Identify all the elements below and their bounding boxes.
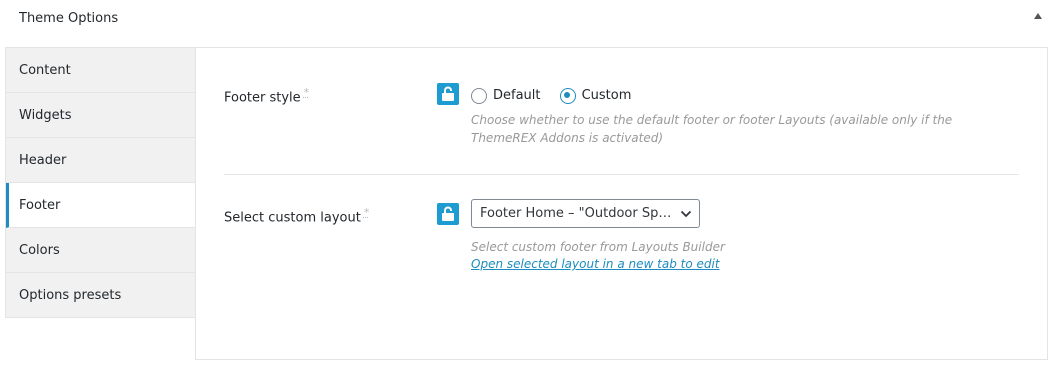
custom-layout-select[interactable]: Footer Home – "Outdoor Spo... (471, 199, 700, 228)
tab-header[interactable]: Header (6, 138, 196, 183)
custom-layout-label: Select custom layout * (224, 206, 369, 225)
tab-colors[interactable]: Colors (6, 228, 196, 273)
radio-default-label[interactable]: Default (493, 88, 541, 103)
footer-style-label: Footer style * (224, 86, 309, 105)
lock-toggle-button[interactable] (437, 203, 459, 225)
unlock-icon (442, 206, 454, 221)
footer-style-radio-group: Default Custom (471, 85, 645, 104)
footer-style-description: Choose whether to use the default footer… (471, 113, 953, 145)
radio-custom-label[interactable]: Custom (582, 88, 632, 103)
panel-header[interactable]: Theme Options (0, 0, 1056, 40)
radio-default[interactable] (471, 87, 487, 104)
divider (224, 174, 1019, 175)
options-tabs: Content Widgets Header Footer Colors Opt… (5, 47, 197, 318)
custom-layout-select-value: Footer Home – "Outdoor Spo... (480, 206, 676, 221)
radio-custom[interactable] (559, 87, 576, 104)
tab-footer[interactable]: Footer (6, 183, 197, 228)
tab-options-presets[interactable]: Options presets (6, 273, 196, 318)
options-content: Footer style * Default Custom Choose whet… (195, 47, 1048, 360)
open-layout-link[interactable]: Open selected layout in a new tab to edi… (471, 257, 720, 271)
footer-style-label-text: Footer style (224, 90, 301, 106)
collapse-arrow-icon[interactable] (1034, 13, 1042, 19)
chevron-down-icon (680, 210, 692, 218)
panel-title: Theme Options (19, 11, 119, 26)
lock-toggle-button[interactable] (437, 83, 459, 105)
tab-content[interactable]: Content (6, 48, 196, 93)
tab-widgets[interactable]: Widgets (6, 93, 196, 138)
required-mark: * (303, 86, 310, 99)
unlock-icon (442, 86, 454, 101)
custom-layout-description: Select custom footer from Layouts Builde… (471, 240, 725, 254)
required-mark: * (363, 206, 370, 219)
custom-layout-label-text: Select custom layout (224, 210, 361, 226)
